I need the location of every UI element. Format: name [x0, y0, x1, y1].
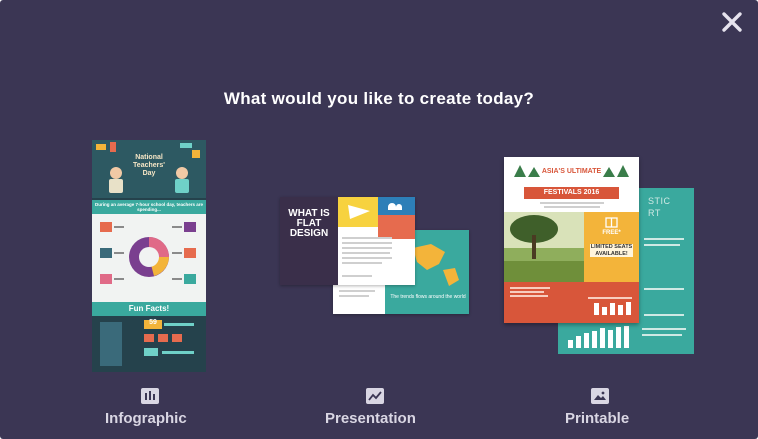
- printable-back-title: STIC: [648, 196, 671, 206]
- infographic-thumb-stat: 59: [149, 319, 157, 326]
- create-dialog: What would you like to create today? Nat…: [0, 0, 758, 439]
- printable-free-label: FREE*: [602, 230, 621, 236]
- printable-poster-front[interactable]: ASIA'S ULTIMATE FESTIVALS 2016 FREE* LIM…: [504, 157, 639, 323]
- infographic-thumb-funfacts: Fun Facts!: [128, 304, 170, 313]
- bar-chart-icon: [141, 388, 159, 404]
- printable-seats-label: LIMITED SEATS AVAILABLE!: [590, 244, 633, 257]
- dialog-title: What would you like to create today?: [223, 89, 535, 108]
- printable-free-box: FREE* LIMITED SEATS AVAILABLE!: [584, 212, 639, 282]
- printable-back-title-2: RT: [648, 208, 661, 218]
- option-infographic-label[interactable]: Infographic: [105, 410, 187, 427]
- presentation-slide-front[interactable]: WHAT IS FLAT DESIGN: [280, 197, 415, 285]
- option-printable-label[interactable]: Printable: [565, 410, 629, 427]
- close-icon: [722, 12, 742, 32]
- infographic-thumb-subtitle: During an average 7-hour school day, tea…: [95, 202, 203, 212]
- presentation-caption: The trends flows around the world: [390, 294, 466, 300]
- presentation-thumb-title: WHAT IS FLAT DESIGN: [288, 208, 330, 239]
- close-button[interactable]: [720, 10, 744, 34]
- printable-thumb-banner: FESTIVALS 2016: [524, 187, 619, 199]
- printable-thumb-title: ASIA'S ULTIMATE: [541, 168, 602, 175]
- infographic-thumbnail[interactable]: National Teachers' Day During an average…: [92, 140, 206, 372]
- line-chart-icon: [366, 388, 384, 404]
- image-icon: [591, 388, 609, 404]
- infographic-thumb-title: National Teachers' Day: [133, 154, 165, 177]
- gift-icon: [605, 217, 618, 228]
- option-presentation-label[interactable]: Presentation: [325, 410, 416, 427]
